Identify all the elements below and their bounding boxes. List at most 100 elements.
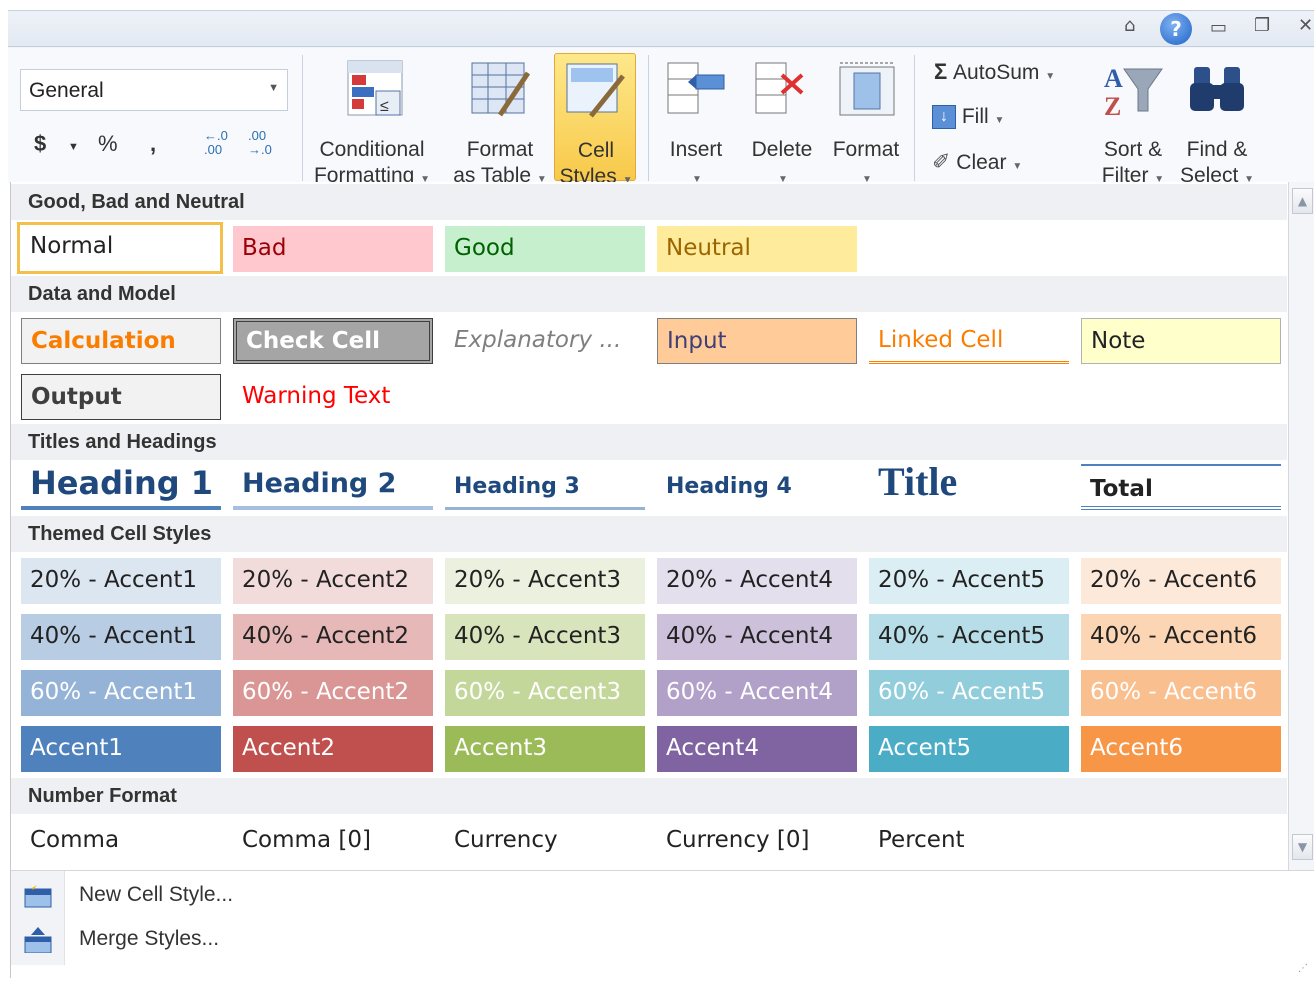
style-40-accent3[interactable]: 40% - Accent3 xyxy=(445,614,645,660)
find-select-button[interactable]: Find & Select ▼ xyxy=(1176,55,1258,187)
style-total[interactable]: Total xyxy=(1081,464,1281,510)
style-linked-cell[interactable]: Linked Cell xyxy=(869,318,1069,364)
insert-label: Insert xyxy=(669,138,723,161)
style-accent4[interactable]: Accent4 xyxy=(657,726,857,772)
style-heading-2[interactable]: Heading 2 xyxy=(233,462,433,510)
style-60-accent2[interactable]: 60% - Accent2 xyxy=(233,670,433,716)
style-heading-3[interactable]: Heading 3 xyxy=(445,462,645,510)
sort-filter-button[interactable]: A Z Sort & Filter ▼ xyxy=(1092,55,1174,187)
style-percent[interactable]: Percent xyxy=(869,818,1069,864)
new-cell-style-menu-item[interactable]: New Cell Style... xyxy=(79,883,233,907)
sort-filter-label: Sort & xyxy=(1103,138,1163,161)
style-accent1[interactable]: Accent1 xyxy=(21,726,221,772)
section-header-data-model: Data and Model xyxy=(11,276,1287,312)
percent-style-button[interactable]: % xyxy=(98,131,118,157)
style-60-accent6[interactable]: 60% - Accent6 xyxy=(1081,670,1281,716)
style-explanatory[interactable]: Explanatory ... xyxy=(445,318,645,364)
accounting-format-button[interactable]: $ xyxy=(34,131,46,157)
style-60-accent1[interactable]: 60% - Accent1 xyxy=(21,670,221,716)
style-accent3[interactable]: Accent3 xyxy=(445,726,645,772)
clear-button[interactable]: ✐ Clear ▼ xyxy=(932,149,1022,175)
cell-styles-gallery: Good, Bad and Neutral Normal Bad Good Ne… xyxy=(10,182,1314,870)
style-60-accent5[interactable]: 60% - Accent5 xyxy=(869,670,1069,716)
style-accent2[interactable]: Accent2 xyxy=(233,726,433,772)
number-format-select[interactable]: General ▼ xyxy=(20,69,288,111)
style-bad[interactable]: Bad xyxy=(233,226,433,272)
scroll-down-icon[interactable]: ▼ xyxy=(1292,834,1313,860)
merge-styles-menu-item[interactable]: Merge Styles... xyxy=(79,927,219,951)
svg-text:≤: ≤ xyxy=(380,98,389,115)
style-20-accent3[interactable]: 20% - Accent3 xyxy=(445,558,645,604)
style-20-accent4[interactable]: 20% - Accent4 xyxy=(657,558,857,604)
insert-button[interactable]: Insert ▼ xyxy=(656,55,736,185)
format-button[interactable]: Format ▼ xyxy=(824,55,908,185)
group-separator xyxy=(914,55,915,181)
cell-styles-icon xyxy=(566,63,625,118)
section-header-good-bad-neutral: Good, Bad and Neutral xyxy=(11,184,1287,220)
eraser-icon: ✐ xyxy=(932,149,951,174)
chevron-down-icon: ▼ xyxy=(994,115,1005,126)
style-60-accent3[interactable]: 60% - Accent3 xyxy=(445,670,645,716)
delete-button[interactable]: Delete ▼ xyxy=(742,55,822,185)
style-40-accent1[interactable]: 40% - Accent1 xyxy=(21,614,221,660)
clear-label: Clear xyxy=(956,151,1007,174)
fill-down-icon: ↓ xyxy=(932,105,956,130)
chevron-down-icon: ▼ xyxy=(1012,161,1023,172)
style-accent6[interactable]: Accent6 xyxy=(1081,726,1281,772)
conditional-formatting-button[interactable]: ≤ Conditional Formatting ▼ xyxy=(306,55,438,187)
format-as-table-label: Format xyxy=(466,138,534,161)
fill-label: Fill xyxy=(961,105,989,128)
chevron-down-icon[interactable]: ▼ xyxy=(68,141,79,153)
decrease-decimal-button[interactable]: .00 →.0 xyxy=(248,129,272,157)
style-20-accent5[interactable]: 20% - Accent5 xyxy=(869,558,1069,604)
help-icon[interactable]: ? xyxy=(1160,13,1192,45)
style-20-accent2[interactable]: 20% - Accent2 xyxy=(233,558,433,604)
style-title[interactable]: Title xyxy=(869,458,1069,508)
comma-style-button[interactable]: , xyxy=(150,131,156,157)
style-20-accent1[interactable]: 20% - Accent1 xyxy=(21,558,221,604)
scroll-up-icon[interactable]: ▲ xyxy=(1292,188,1313,214)
binoculars-icon xyxy=(1190,67,1244,111)
fill-button[interactable]: ↓ Fill ▼ xyxy=(932,105,1005,130)
window-restore-icon[interactable]: ❐ xyxy=(1254,15,1270,36)
style-normal[interactable]: Normal xyxy=(17,222,223,274)
style-currency[interactable]: Currency xyxy=(445,818,645,864)
cell-styles-label: Cell xyxy=(577,139,615,162)
style-40-accent2[interactable]: 40% - Accent2 xyxy=(233,614,433,660)
style-warning-text[interactable]: Warning Text xyxy=(233,374,433,420)
style-input[interactable]: Input xyxy=(657,318,857,364)
style-heading-1[interactable]: Heading 1 xyxy=(21,462,221,510)
style-currency-0[interactable]: Currency [0] xyxy=(657,818,857,864)
gallery-scrollbar[interactable]: ▲ ▼ xyxy=(1288,182,1314,870)
autosum-label: AutoSum xyxy=(953,61,1040,84)
chevron-up-icon[interactable]: ⌂ xyxy=(1124,15,1135,36)
new-cell-style-icon xyxy=(24,883,52,908)
cell-styles-button[interactable]: Cell Styles ▼ xyxy=(554,53,636,188)
style-note[interactable]: Note xyxy=(1081,318,1281,364)
style-check-cell[interactable]: Check Cell xyxy=(233,318,433,364)
format-as-table-button[interactable]: Format as Table ▼ xyxy=(444,55,556,187)
style-comma-0[interactable]: Comma [0] xyxy=(233,818,433,864)
style-40-accent4[interactable]: 40% - Accent4 xyxy=(657,614,857,660)
style-40-accent5[interactable]: 40% - Accent5 xyxy=(869,614,1069,660)
style-60-accent4[interactable]: 60% - Accent4 xyxy=(657,670,857,716)
format-as-table-icon xyxy=(471,62,531,117)
minimize-icon[interactable]: ▭ xyxy=(1210,17,1227,38)
section-header-number-format: Number Format xyxy=(11,778,1287,814)
style-neutral[interactable]: Neutral xyxy=(657,226,857,272)
merge-styles-icon xyxy=(24,927,52,953)
style-40-accent6[interactable]: 40% - Accent6 xyxy=(1081,614,1281,660)
style-comma[interactable]: Comma xyxy=(21,818,221,864)
style-heading-4[interactable]: Heading 4 xyxy=(657,462,857,510)
increase-decimal-button[interactable]: ←.0 .00 xyxy=(204,129,228,157)
resize-grip-icon[interactable]: ⋰ xyxy=(1298,963,1308,974)
style-good[interactable]: Good xyxy=(445,226,645,272)
style-output[interactable]: Output xyxy=(21,374,221,420)
style-calculation[interactable]: Calculation xyxy=(21,318,221,364)
autosum-button[interactable]: Σ AutoSum ▼ xyxy=(934,59,1055,85)
close-icon[interactable]: ✕ xyxy=(1298,15,1313,36)
insert-cells-icon xyxy=(667,62,725,114)
style-accent5[interactable]: Accent5 xyxy=(869,726,1069,772)
find-select-label: Find & xyxy=(1186,138,1248,161)
style-20-accent6[interactable]: 20% - Accent6 xyxy=(1081,558,1281,604)
